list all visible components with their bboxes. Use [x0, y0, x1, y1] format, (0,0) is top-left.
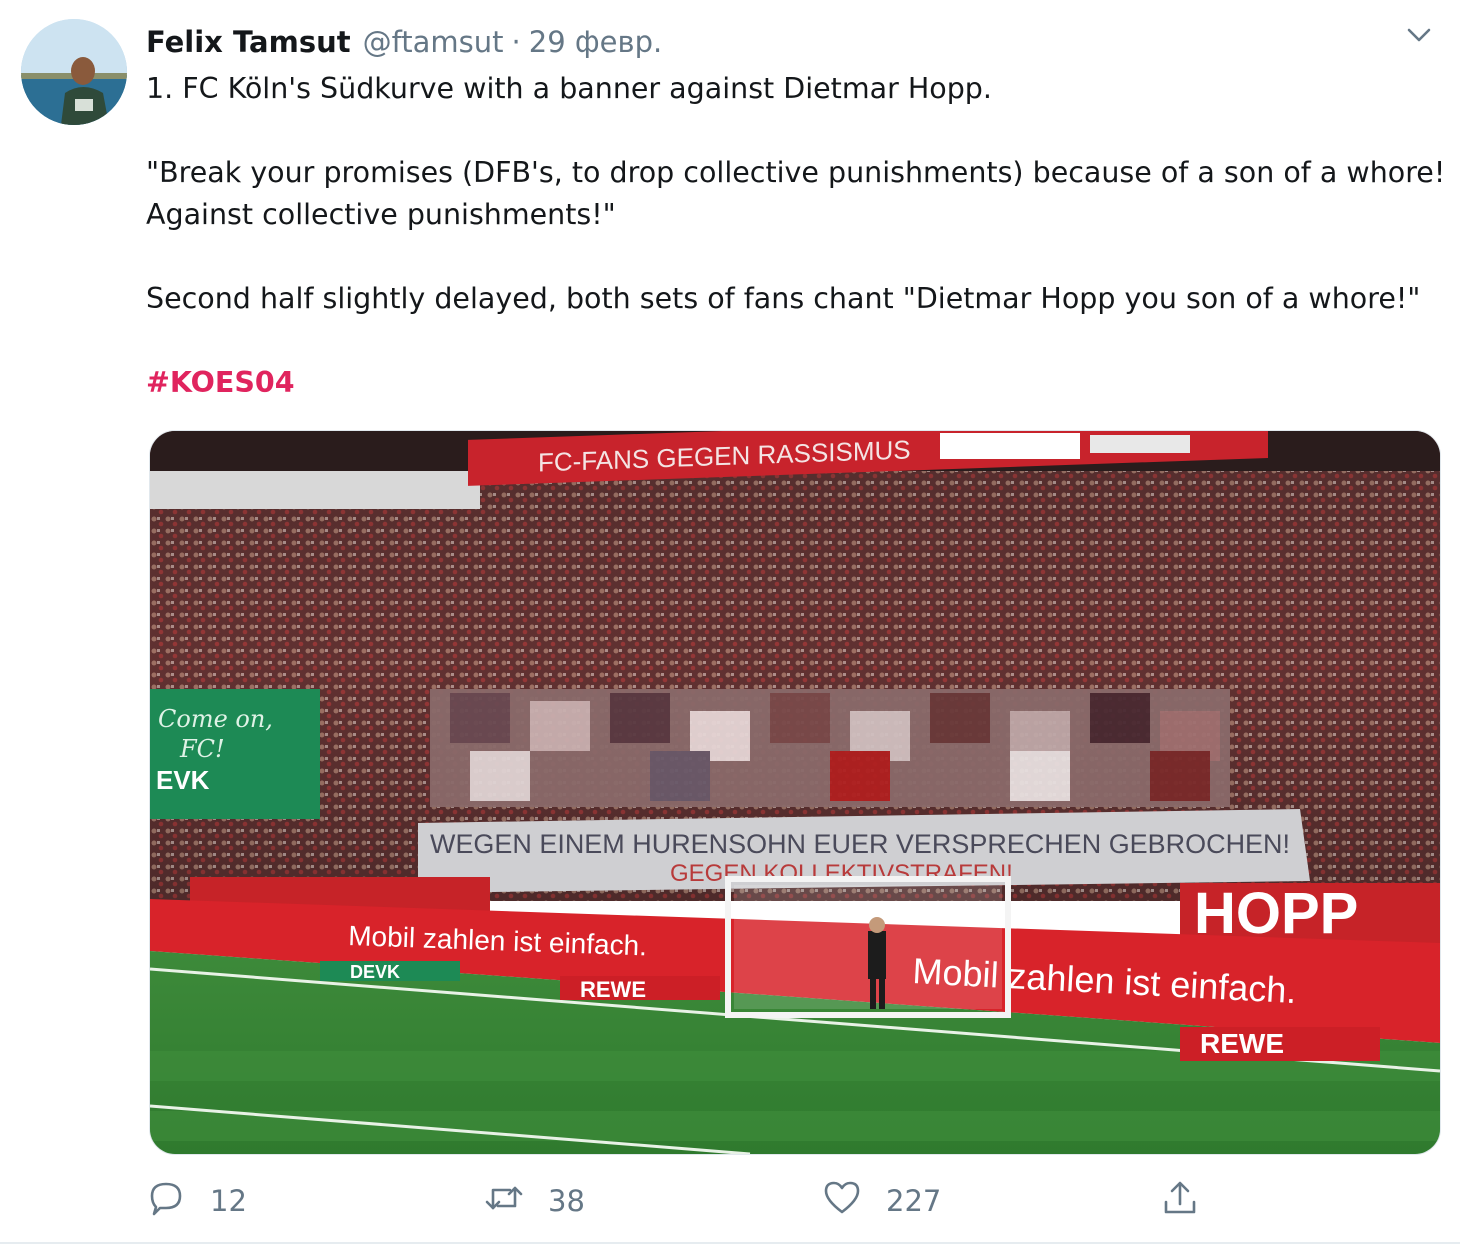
chevron-down-icon[interactable] [1404, 22, 1434, 48]
like-count: 227 [886, 1184, 942, 1218]
author-name[interactable]: Felix Tamsut [146, 25, 351, 59]
avatar[interactable] [21, 19, 127, 125]
fan-banner-text-2: GEGEN KOLLEKTIVSTRAFEN! [670, 860, 1013, 887]
retweet-button[interactable]: 38 [484, 1176, 585, 1226]
tweet-header: Felix Tamsut @ftamsut · 29 февр. [146, 20, 662, 64]
divider [0, 1242, 1460, 1244]
hashtag-link[interactable]: #KOES04 [146, 366, 295, 399]
tweet-line: Against collective punishments!" [146, 198, 616, 231]
author-handle[interactable]: @ftamsut [363, 25, 504, 59]
retweet-icon [484, 1178, 524, 1225]
like-icon [822, 1178, 862, 1225]
reply-button[interactable]: 12 [146, 1176, 247, 1226]
green-board-line2: FC! [179, 735, 225, 763]
fan-banner-text: WEGEN EINEM HURENSOHN EUER VERSPRECHEN G… [430, 829, 1290, 859]
tweet-line: "Break your promises (DFB's, to drop col… [146, 156, 1446, 189]
reply-count: 12 [210, 1184, 247, 1218]
tweet-actions: 12 38 227 [0, 1176, 1460, 1226]
share-button[interactable] [1160, 1176, 1200, 1226]
ad-rewe-text: REWE [580, 977, 646, 1002]
tweet-line: Second half slightly delayed, both sets … [146, 282, 1421, 315]
tweet-text: 1. FC Köln's Südkurve with a banner agai… [146, 68, 1446, 404]
ad-rewe-text-2: REWE [1200, 1028, 1284, 1059]
separator-dot: · [511, 25, 521, 59]
tweet-photo[interactable]: FC-FANS GEGEN RASSISMUS Come on, FC! EVK [149, 430, 1441, 1155]
share-icon [1160, 1178, 1200, 1225]
green-board-line1: Come on, [158, 705, 273, 733]
retweet-count: 38 [548, 1184, 585, 1218]
tweet-date[interactable]: 29 февр. [529, 25, 662, 59]
reply-icon [146, 1178, 186, 1225]
tweet-line: 1. FC Köln's Südkurve with a banner agai… [146, 72, 992, 105]
green-board-line3: EVK [156, 765, 210, 795]
ad-devk-text: DEVK [350, 962, 400, 982]
like-button[interactable]: 227 [822, 1176, 941, 1226]
